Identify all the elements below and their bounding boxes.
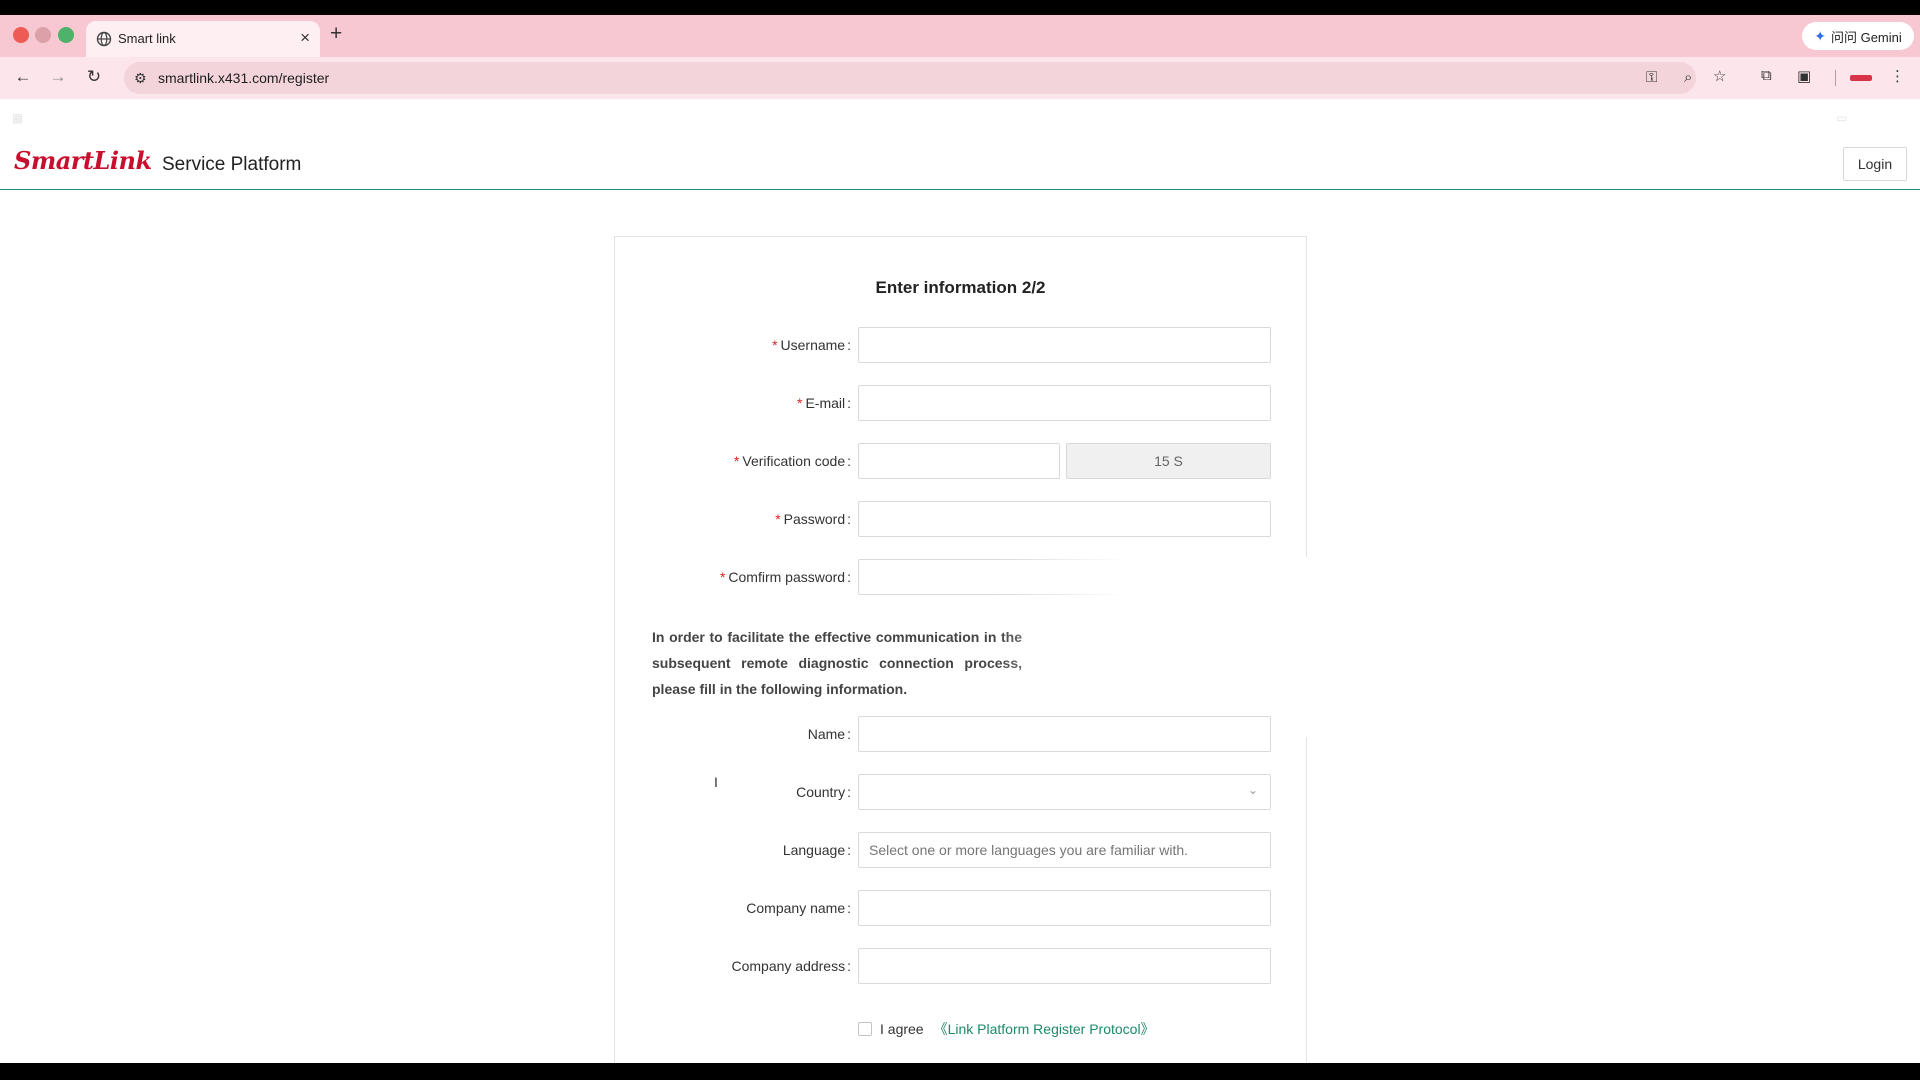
language-select[interactable] xyxy=(858,832,1271,868)
email-label-text: E-mail xyxy=(805,395,846,411)
code-label-text: Verification code xyxy=(742,453,846,469)
send-code-button[interactable]: 15 S xyxy=(1066,443,1271,479)
required-mark: * xyxy=(796,395,803,411)
company-address-label: Company address: xyxy=(731,958,851,974)
company-address-input[interactable] xyxy=(858,948,1271,984)
password-input[interactable] xyxy=(858,501,1271,537)
extension-icon[interactable] xyxy=(1850,75,1872,81)
confirm-password-label: * Comfirm password: xyxy=(719,569,851,585)
protocol-link[interactable]: 《Link Platform Register Protocol》 xyxy=(934,1019,1155,1039)
confirm-password-input[interactable] xyxy=(858,559,1271,595)
email-label: * E-mail: xyxy=(796,395,851,411)
text-cursor-icon: I xyxy=(714,774,718,790)
browser-tabbar: Smart link × + ✦ 问问 Gemini xyxy=(0,15,1920,57)
login-button[interactable]: Login xyxy=(1843,147,1907,181)
required-mark: * xyxy=(719,569,726,585)
username-input[interactable] xyxy=(858,327,1271,363)
chevron-down-icon: ⌄ xyxy=(1247,783,1258,797)
password-label-text: Password xyxy=(783,511,846,527)
company-address-label-text: Company address xyxy=(731,958,846,974)
bookmarks-bar: ▦ ▭ xyxy=(0,99,1920,136)
address-bar[interactable]: ⚙ smartlink.x431.com/register ⚿ ⌕ xyxy=(124,62,1696,94)
folder-icon[interactable]: ▭ xyxy=(1836,111,1847,125)
form-title: Enter information 2/2 xyxy=(875,278,1046,297)
globe-icon xyxy=(96,31,112,47)
page: SmartLink Service Platform Login Enter i… xyxy=(0,136,1920,1063)
required-mark: * xyxy=(775,511,781,527)
language-label-text: Language xyxy=(782,842,846,858)
name-label-text: Name xyxy=(807,726,846,742)
language-label: Language: xyxy=(782,842,851,858)
company-name-label-text: Company name xyxy=(746,900,846,916)
company-name-label: Company name: xyxy=(746,900,851,916)
site-header: SmartLink Service Platform Login xyxy=(0,136,1920,190)
email-input[interactable] xyxy=(858,385,1271,421)
agree-label: I agree xyxy=(880,1021,924,1037)
reload-icon[interactable]: ↻ xyxy=(83,67,105,87)
window-minimize-button[interactable] xyxy=(35,27,51,43)
side-panel-icon[interactable]: ▣ xyxy=(1797,67,1811,85)
forward-arrow-icon[interactable]: → xyxy=(47,67,69,87)
key-icon[interactable]: ⚿ xyxy=(1646,69,1657,86)
browser-tab[interactable]: Smart link × xyxy=(86,21,320,57)
toolbar-separator xyxy=(1835,70,1836,86)
star-icon[interactable]: ☆ xyxy=(1713,67,1726,85)
kebab-icon[interactable]: ⋮ xyxy=(1890,67,1905,85)
agree-checkbox[interactable] xyxy=(858,1022,872,1036)
username-label-text: Username xyxy=(780,337,846,353)
platform-title: Service Platform xyxy=(162,154,302,175)
screenshot-icon[interactable]: ⧉ xyxy=(1761,67,1772,84)
country-label: Country: xyxy=(796,784,851,800)
logo[interactable]: SmartLink xyxy=(14,146,152,175)
tune-icon[interactable]: ⚙ xyxy=(134,70,147,87)
password-label: * Password: xyxy=(775,511,851,527)
required-mark: * xyxy=(733,453,740,469)
screen-top-border xyxy=(0,0,1920,15)
back-arrow-icon[interactable]: ← xyxy=(12,67,34,87)
gemini-button[interactable]: ✦ 问问 Gemini xyxy=(1802,22,1914,50)
gemini-label: 问问 Gemini xyxy=(1830,29,1902,45)
register-card: Enter information 2/2 * Username: * E-mail… xyxy=(614,236,1325,1063)
code-label: * Verification code: xyxy=(733,453,851,469)
verification-code-input[interactable] xyxy=(858,443,1060,479)
zoom-icon[interactable]: ⌕ xyxy=(1684,69,1692,86)
apps-icon[interactable]: ▦ xyxy=(12,111,23,125)
country-label-text: Country xyxy=(796,784,846,800)
screen-bottom-border xyxy=(0,1063,1920,1080)
tab-title: Smart link xyxy=(118,31,176,46)
username-label: * Username: xyxy=(772,337,851,353)
window-zoom-button[interactable] xyxy=(58,27,74,43)
confirm-password-label-text: Comfirm password xyxy=(728,569,846,585)
browser-toolbar: ← → ↻ ⚙ smartlink.x431.com/register ⚿ ⌕ … xyxy=(0,57,1920,99)
company-name-input[interactable] xyxy=(858,890,1271,926)
name-input[interactable] xyxy=(858,716,1271,752)
plus-icon[interactable]: + xyxy=(330,22,342,46)
url-text[interactable]: smartlink.x431.com/register xyxy=(158,70,329,86)
sparkle-icon: ✦ xyxy=(1814,27,1826,44)
close-icon[interactable]: × xyxy=(300,28,310,48)
window-close-button[interactable] xyxy=(13,27,29,43)
required-mark: * xyxy=(772,337,778,353)
name-label: Name: xyxy=(807,726,851,742)
info-notice: In order to facilitate the effective com… xyxy=(652,629,1022,697)
country-select[interactable]: ⌄ xyxy=(858,774,1271,810)
agree-row: I agree 《Link Platform Register Protocol… xyxy=(858,1019,1155,1039)
